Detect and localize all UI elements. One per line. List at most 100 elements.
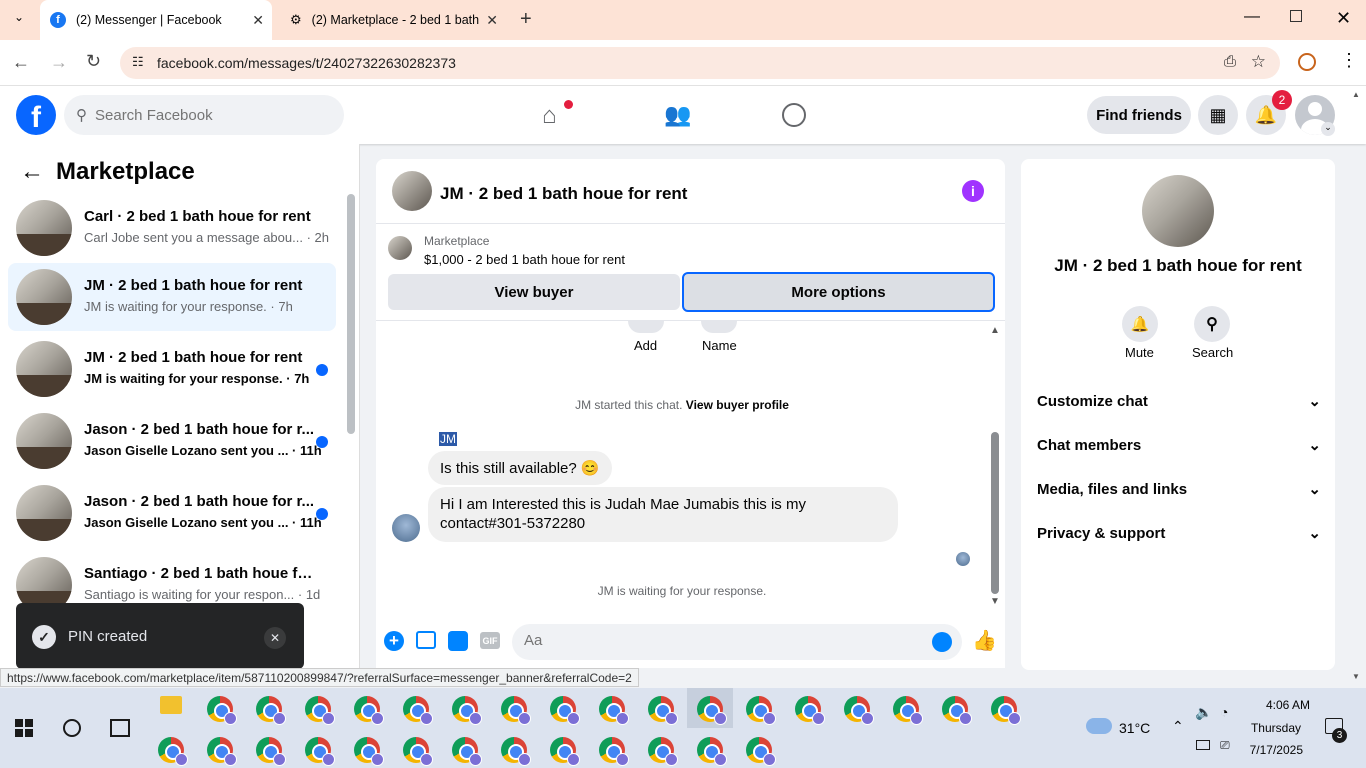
- minimize-icon[interactable]: —: [1244, 8, 1260, 26]
- view-buyer-button[interactable]: View buyer: [388, 274, 680, 310]
- conversation-item[interactable]: JM · 2 bed 1 bath houe for rent JM is wa…: [8, 335, 336, 403]
- network-icon[interactable]: ◔: [1220, 704, 1228, 720]
- account-chevron-icon[interactable]: ⌄: [1321, 122, 1335, 136]
- chrome-icon[interactable]: [746, 696, 776, 725]
- chat-scrollbar[interactable]: [991, 432, 999, 594]
- chrome-icon[interactable]: [550, 737, 580, 766]
- chat-info-icon[interactable]: i: [962, 180, 984, 202]
- view-buyer-profile-link[interactable]: View buyer profile: [686, 398, 789, 412]
- add-action-icon[interactable]: [628, 321, 664, 333]
- reload-icon[interactable]: ↻: [86, 51, 101, 72]
- new-tab-plus-icon[interactable]: +: [520, 8, 532, 31]
- back-icon[interactable]: ←: [12, 52, 30, 73]
- message-bubble[interactable]: Hi I am Interested this is Judah Mae Jum…: [428, 487, 898, 542]
- emoji-icon[interactable]: [932, 632, 952, 652]
- display-icon[interactable]: ⎚: [1220, 738, 1230, 753]
- conversation-item[interactable]: Jason · 2 bed 1 bath houe for r... Jason…: [8, 479, 336, 547]
- chrome-icon[interactable]: [256, 696, 286, 725]
- task-view-icon[interactable]: [110, 719, 130, 737]
- install-app-icon[interactable]: ⎙: [1224, 53, 1236, 70]
- message-bubble[interactable]: Is this still available? 😊: [428, 451, 612, 485]
- chrome-icon[interactable]: [942, 696, 972, 725]
- chrome-icon[interactable]: [354, 737, 384, 766]
- chrome-icon[interactable]: [305, 737, 335, 766]
- chrome-icon[interactable]: [648, 696, 678, 725]
- url-bar[interactable]: ☷ facebook.com/messages/t/24027322630282…: [120, 47, 1280, 79]
- menu-grid-icon[interactable]: ▦: [1198, 95, 1238, 135]
- chrome-icon[interactable]: [648, 737, 678, 766]
- chrome-icon[interactable]: [207, 737, 237, 766]
- search-input[interactable]: [95, 106, 315, 124]
- info-avatar[interactable]: [1142, 175, 1214, 247]
- chrome-icon[interactable]: [599, 737, 629, 766]
- scroll-up-arrow-icon[interactable]: ▲: [990, 325, 1000, 336]
- window-close-icon[interactable]: ✕: [1336, 8, 1351, 29]
- chat-avatar[interactable]: [392, 171, 432, 211]
- listing-thumbnail[interactable]: [388, 236, 412, 260]
- like-thumb-icon[interactable]: 👍: [972, 628, 997, 653]
- windows-start-icon[interactable]: [15, 719, 33, 737]
- chrome-icon[interactable]: [795, 696, 825, 725]
- weather-cloud-icon[interactable]: [1086, 718, 1112, 734]
- find-friends-button[interactable]: Find friends: [1087, 96, 1191, 134]
- mute-bell-icon[interactable]: 🔔: [1122, 306, 1158, 342]
- sender-avatar[interactable]: [392, 514, 420, 542]
- photo-icon[interactable]: [416, 631, 436, 649]
- message-input[interactable]: [524, 632, 904, 649]
- forward-icon[interactable]: →: [50, 52, 68, 73]
- plus-icon[interactable]: +: [384, 631, 404, 651]
- sticker-icon[interactable]: [448, 631, 468, 651]
- browser-menu-icon[interactable]: ⋮: [1340, 50, 1358, 71]
- tab-marketplace[interactable]: ⚙ (2) Marketplace - 2 bed 1 bath ✕: [280, 0, 506, 40]
- chrome-icon[interactable]: [550, 696, 580, 725]
- clock-time[interactable]: 4:06 AM: [1230, 698, 1310, 712]
- gif-icon[interactable]: GIF: [480, 632, 500, 649]
- chrome-icon[interactable]: [599, 696, 629, 725]
- chrome-icon-active[interactable]: [697, 696, 727, 725]
- customize-chat-section[interactable]: Customize chat ⌄: [1037, 389, 1321, 413]
- conversation-item-selected[interactable]: JM · 2 bed 1 bath houe for rent JM is wa…: [8, 263, 336, 331]
- search-facebook-box[interactable]: ⚲: [64, 95, 344, 135]
- tray-chevron-up-icon[interactable]: ⌃: [1172, 718, 1184, 735]
- friends-icon[interactable]: 👥: [664, 102, 691, 128]
- listing-price-title[interactable]: $1,000 - 2 bed 1 bath houe for rent: [424, 252, 625, 267]
- more-options-button[interactable]: More options: [682, 272, 995, 312]
- site-info-icon[interactable]: ☷: [132, 54, 144, 70]
- list-scrollbar[interactable]: [347, 194, 355, 434]
- scroll-down-arrow-icon[interactable]: ▼: [990, 596, 1000, 607]
- chrome-icon[interactable]: [403, 696, 433, 725]
- restore-icon[interactable]: [1290, 10, 1302, 22]
- chrome-icon[interactable]: [452, 696, 482, 725]
- back-arrow-icon[interactable]: ←: [20, 158, 44, 186]
- chrome-icon[interactable]: [452, 737, 482, 766]
- battery-icon[interactable]: [1196, 740, 1210, 750]
- chrome-icon[interactable]: [697, 737, 727, 766]
- clock-date[interactable]: 7/17/2025: [1230, 743, 1303, 757]
- chrome-icon[interactable]: [501, 696, 531, 725]
- home-icon[interactable]: ⌂: [542, 102, 557, 130]
- volume-icon[interactable]: 🔈: [1195, 704, 1212, 721]
- tab-search-chevron-icon[interactable]: ⌄: [8, 10, 30, 30]
- chrome-icon[interactable]: [501, 737, 531, 766]
- chrome-icon[interactable]: [354, 696, 384, 725]
- chrome-icon[interactable]: [403, 737, 433, 766]
- tab-close-icon[interactable]: ✕: [252, 12, 264, 29]
- facebook-logo[interactable]: f: [16, 95, 56, 135]
- groups-icon[interactable]: [782, 103, 806, 127]
- name-action-icon[interactable]: [701, 321, 737, 333]
- conversation-item[interactable]: Carl · 2 bed 1 bath houe for rent Carl J…: [8, 194, 336, 262]
- chrome-icon[interactable]: [844, 696, 874, 725]
- message-composer[interactable]: [512, 624, 962, 660]
- privacy-support-section[interactable]: Privacy & support ⌄: [1037, 521, 1321, 545]
- chrome-icon[interactable]: [893, 696, 923, 725]
- temperature-text[interactable]: 31°C: [1119, 720, 1150, 736]
- page-scroll-up-icon[interactable]: ▲: [1352, 90, 1360, 99]
- chrome-icon[interactable]: [256, 737, 286, 766]
- clock-day[interactable]: Thursday: [1230, 721, 1301, 735]
- file-explorer-icon[interactable]: [160, 696, 182, 714]
- media-files-links-section[interactable]: Media, files and links ⌄: [1037, 477, 1321, 501]
- bookmark-star-icon[interactable]: ☆: [1251, 52, 1266, 72]
- chrome-icon[interactable]: [207, 696, 237, 725]
- search-icon[interactable]: ⚲: [1194, 306, 1230, 342]
- tab-close-icon[interactable]: ✕: [486, 12, 498, 29]
